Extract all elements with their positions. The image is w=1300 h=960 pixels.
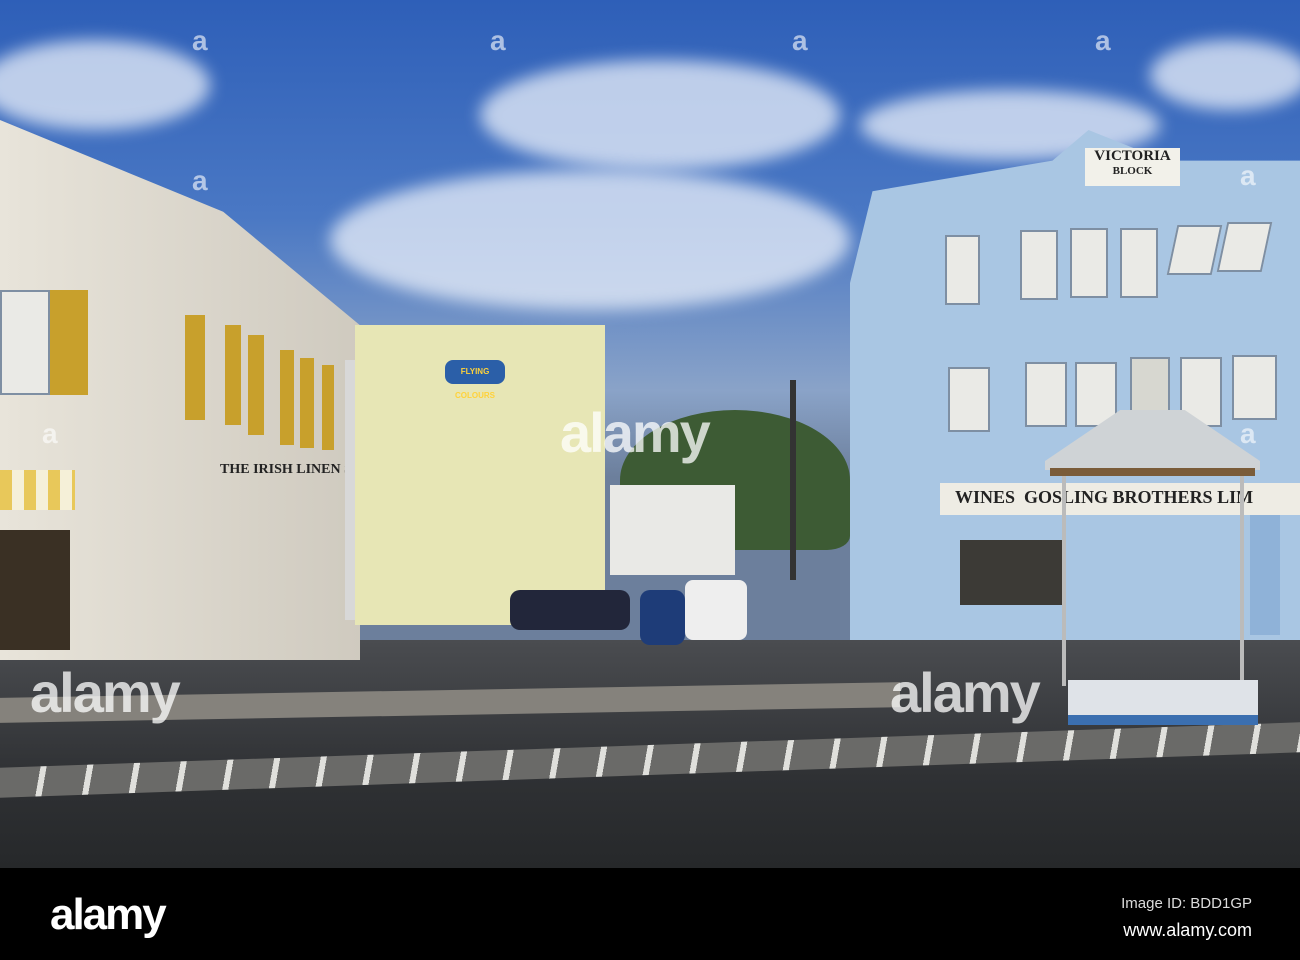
distant-house — [610, 485, 735, 575]
gazebo-base — [1068, 680, 1258, 725]
victoria-block-sign: VICTORIA BLOCK — [1085, 148, 1180, 186]
shop-window — [0, 530, 70, 650]
watermark: alamy — [890, 661, 1041, 724]
street-photo: THE IRISH LINEN SHO FLYING COLOURS VICTO… — [0, 0, 1300, 868]
cloud — [0, 40, 210, 130]
watermark-a: a — [792, 25, 808, 56]
awning — [0, 470, 75, 510]
watermark-a: a — [490, 25, 506, 56]
street-lamp — [790, 380, 796, 580]
watermark-a: a — [42, 418, 58, 449]
image-id: Image ID: BDD1GP — [1121, 895, 1252, 912]
column — [1250, 515, 1280, 635]
watermark-a: a — [192, 25, 208, 56]
watermark-a: a — [1240, 418, 1256, 449]
alamy-logo: alamy — [50, 890, 167, 939]
watermark-a: a — [1240, 160, 1256, 191]
gosling-brothers-sign: WINES GOSLING BROTHERS LIM — [955, 487, 1254, 507]
parked-scooters — [510, 590, 630, 630]
cloud — [330, 170, 850, 310]
watermark: alamy — [560, 401, 711, 464]
watermark-a: a — [1095, 25, 1111, 56]
white-car — [685, 580, 747, 640]
cloud — [1150, 40, 1300, 110]
alamy-url: www.alamy.com — [1123, 920, 1252, 940]
watermark-a: a — [192, 165, 208, 196]
shop-window — [960, 540, 1065, 605]
flying-colours-sign: FLYING COLOURS — [445, 360, 505, 400]
scooter-rider — [640, 590, 685, 645]
watermark: alamy — [30, 661, 181, 724]
cloud — [480, 60, 840, 170]
